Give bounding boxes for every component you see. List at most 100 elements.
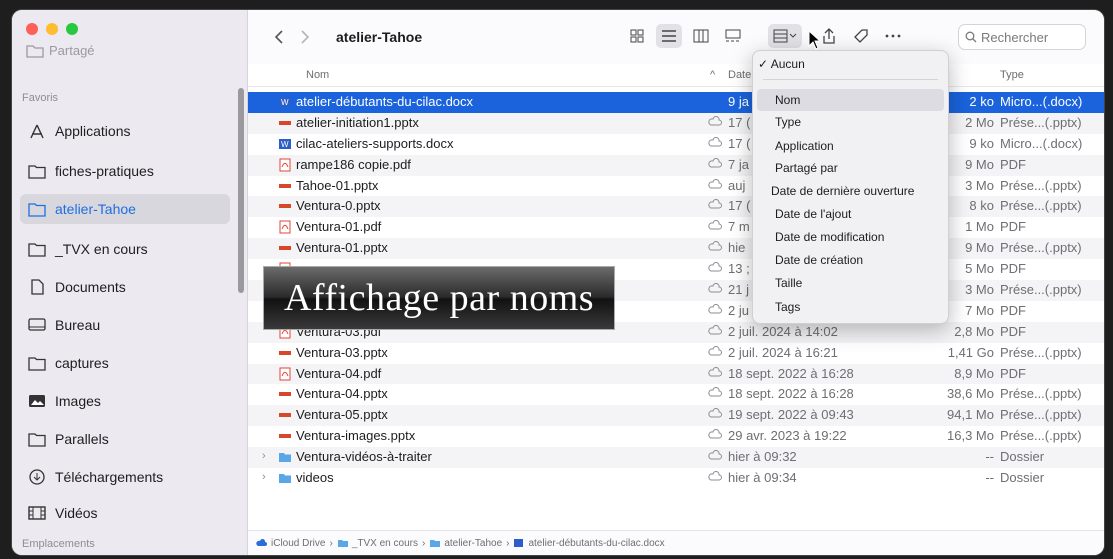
path-crumb[interactable]: iCloud Drive [256,538,325,549]
path-crumb-label: iCloud Drive [271,537,326,549]
toolbar: atelier-Tahoe Rechercher [248,10,1104,65]
file-row[interactable]: Ventura-01.pptx hie 9 Mo Prése...(.pptx) [248,238,1104,260]
more-icon [885,34,901,38]
file-date: 19 sept. 2022 à 09:43 [728,407,854,423]
menu-item-partag-par[interactable]: Partagé par [775,161,838,175]
group-by-button[interactable] [768,24,802,48]
group-icon [773,29,797,43]
sidebar-scrollbar[interactable] [238,88,244,293]
path-crumb-label: atelier-Tahoe [444,537,503,549]
file-row[interactable]: Ventura-04.pptx 18 sept. 2022 à 16:28 38,6… [248,384,1104,405]
file-type: Prése...(.pptx) [1000,177,1082,193]
file-type-icon [278,158,292,172]
file-type: Micro...(.docx) [1000,94,1083,109]
file-row[interactable]: Ventura-04.pdf 18 sept. 2022 à 16:28 8,9 M… [248,363,1104,385]
file-type: Prése...(.pptx) [1000,282,1082,298]
menu-item-date-de-modification[interactable]: Date de modification [775,230,884,244]
file-name: Ventura-04.pptx [296,386,388,402]
tag-button[interactable] [848,24,874,48]
menu-item-aucun[interactable]: ✓ Aucun [758,57,805,71]
document-icon [28,279,46,295]
menu-item-tags[interactable]: Tags [775,300,800,314]
shared-status-icon [708,178,722,195]
sidebar-item-applications[interactable]: Applications [20,116,230,146]
search-field[interactable]: Rechercher [958,24,1086,50]
file-row[interactable]: Tahoe-01.pptx auj 3 Mo Prése...(.pptx) [248,176,1104,197]
shared-status-icon [708,303,722,320]
icon-view-button[interactable] [624,24,650,48]
sidebar-item-vid-os[interactable]: Vidéos [20,498,230,528]
list-view-button[interactable] [656,24,682,48]
columns-icon [693,29,709,43]
docx-file-icon [514,539,524,547]
file-row[interactable]: Watelier-débutants-du-cilac.docx 9 ja 2 ko… [248,92,1104,113]
sidebar-item-tvx-en-cours[interactable]: _TVX en cours [20,234,230,264]
sidebar-item-t-l-chargements[interactable]: Téléchargements [20,462,230,492]
file-type: PDF [1000,323,1026,339]
file-row[interactable]: Ventura-01.pdf 7 m 1 Mo PDF [248,217,1104,238]
sidebar-item-documents[interactable]: Documents [20,272,230,302]
more-button[interactable] [880,24,906,48]
shared-status-icon [708,324,722,341]
file-row[interactable]: Ventura-0.pptx 17 (8 ko Prése...(.pptx) [248,196,1104,218]
column-type[interactable]: Type [1000,69,1024,81]
path-crumb[interactable]: _TVX en cours [337,538,418,549]
film-icon [28,505,46,521]
file-row[interactable]: Wcilac-ateliers-supports.docx 17 (9 ko Mic… [248,134,1104,155]
file-date: 7 ja [728,156,749,172]
sidebar-item-captures[interactable]: captures [20,348,230,378]
file-row[interactable]: Ventura-05.pptx 19 sept. 2022 à 09:43 94,1… [248,405,1104,427]
disclosure-triangle-icon[interactable]: › [262,471,266,483]
file-row[interactable]: rampe186 copie.pdf 7 ja 9 Mo PDF [248,154,1104,176]
sidebar-item-bureau[interactable]: Bureau [20,310,230,340]
sidebar-item-atelier-tahoe[interactable]: atelier-Tahoe [20,194,230,224]
column-view-button[interactable] [688,24,714,48]
file-row[interactable]: › videos hier à 09:34 -- Dossier [248,468,1104,489]
path-separator-icon: › [421,537,426,549]
menu-item-application[interactable]: Application [775,139,834,153]
file-date: 17 ( [728,198,751,214]
file-size: 3 Mo [965,177,994,193]
path-crumb[interactable]: atelier-débutants-du-cilac.docx [513,538,665,549]
menu-item-date-de-derni-re-ouverture[interactable]: Date de dernière ouverture [771,184,914,198]
menu-item-date-de-cr-ation[interactable]: Date de création [775,253,863,267]
menu-item-date-de-l-ajout[interactable]: Date de l'ajout [775,207,851,221]
close-button[interactable] [26,23,38,35]
photo-icon [28,393,46,409]
menu-item-type[interactable]: Type [775,115,801,129]
zoom-button[interactable] [66,23,78,35]
sidebar: Partagé Favoris Applications fiches-prati… [12,10,248,555]
sidebar-item-images[interactable]: Images [20,386,230,416]
gallery-view-button[interactable] [720,24,746,48]
folder-icon [28,201,46,217]
file-type-icon [278,220,292,234]
sidebar-item-fiches-pratiques[interactable]: fiches-pratiques [20,156,230,186]
file-size: 5 Mo [965,261,994,277]
disclosure-triangle-icon[interactable]: › [262,450,266,462]
file-name: Ventura-images.pptx [296,428,416,444]
desktop-icon [28,317,46,333]
sidebar-item-parallels[interactable]: Parallels [20,424,230,454]
file-row[interactable]: Ventura-03.pptx 2 juil. 2024 à 16:21 1,41 … [248,343,1104,364]
back-button[interactable] [266,24,292,50]
menu-item-taille[interactable]: Taille [775,276,802,290]
desktop-icon-glyph [28,318,46,331]
file-row[interactable]: atelier-initiation1.pptx 17 (2 Mo Prése...… [248,112,1104,134]
sidebar-item-shared[interactable]: Partagé [26,43,95,58]
minimize-button[interactable] [46,23,58,35]
menu-item-nom[interactable]: Nom [775,93,800,107]
column-name[interactable]: Nom [306,69,329,81]
path-crumb[interactable]: atelier-Tahoe [429,538,502,549]
column-date[interactable]: Date [728,69,751,81]
path-separator-icon: › [329,537,333,549]
folder-icon [279,453,291,463]
file-type: Dossier [1000,449,1045,465]
file-type: Prése...(.pptx) [1000,428,1082,444]
file-type-icon [278,429,292,443]
file-row[interactable]: › Ventura-vidéos-à-traiter hier à 09:32 -- D… [248,447,1104,469]
file-row[interactable]: Ventura-images.pptx 29 avr. 2023 à 19:22 1… [248,426,1104,447]
sidebar-item-label: Bureau [55,317,101,333]
pptx-file-icon [279,413,291,418]
sidebar-item-label: Parallels [55,431,109,447]
forward-button[interactable] [292,24,318,50]
